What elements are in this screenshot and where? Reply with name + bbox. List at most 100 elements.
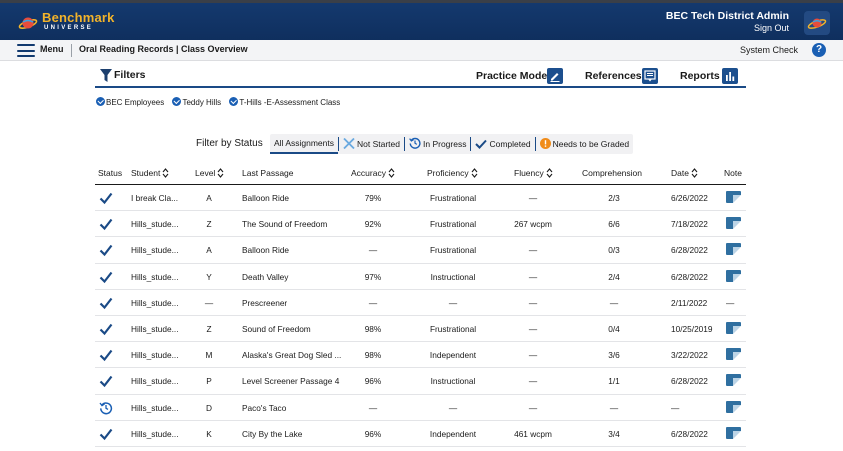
cell-comprehension: 0/4: [608, 323, 620, 334]
cell-date: 6/28/2022: [671, 245, 708, 256]
checkmark-icon: [99, 376, 113, 388]
note-icon[interactable]: [726, 321, 741, 334]
cell-accuracy: 96%: [364, 428, 382, 439]
note-icon[interactable]: [726, 269, 741, 282]
benchmark-logo[interactable]: Benchmark UNIVERSE: [14, 7, 124, 35]
table-row[interactable]: Hills_stude... — Prescreener — — — — 2/11/2022 —: [95, 290, 746, 316]
cell-student[interactable]: Hills_stude...: [131, 403, 179, 413]
practice-mode-label: Practice Mode: [476, 70, 548, 82]
note-icon[interactable]: [726, 374, 741, 387]
check-circle-icon: [96, 97, 105, 106]
cell-student[interactable]: Hills_stude...: [131, 324, 179, 334]
cell-proficiency: Instructional: [430, 271, 476, 282]
note-icon[interactable]: [726, 348, 741, 361]
cell-passage: Paco's Taco: [242, 402, 287, 413]
cell-fluency: —: [528, 245, 538, 256]
cell-accuracy: —: [368, 245, 378, 256]
note-icon[interactable]: [726, 400, 741, 413]
cell-student[interactable]: Hills_stude...: [131, 350, 179, 360]
hamburger-menu-icon[interactable]: [17, 44, 35, 57]
status-option-completed[interactable]: Completed: [471, 134, 534, 154]
cell-comprehension: —: [609, 297, 619, 308]
cell-proficiency: —: [448, 297, 458, 308]
cell-comprehension: 1/1: [608, 376, 620, 387]
status-option-not-started[interactable]: Not Started: [339, 134, 404, 154]
menu-button[interactable]: Menu: [40, 44, 64, 54]
logo-wordmark: Benchmark: [42, 10, 115, 25]
cell-fluency: —: [528, 376, 538, 387]
table-row[interactable]: I break Cla... A Balloon Ride 79% Frustratio…: [95, 185, 746, 212]
cell-student[interactable]: Hills_stude...: [131, 429, 179, 439]
table-row[interactable]: Hills_stude... D Paco's Taco — — — — —: [95, 395, 746, 421]
filter-chip[interactable]: T-Hills -E-Assessment Class: [229, 97, 340, 107]
checkmark-icon: [99, 428, 113, 440]
cell-proficiency: Frustrational: [429, 245, 477, 256]
cell-fluency: —: [528, 323, 538, 334]
col-accuracy[interactable]: Accuracy: [351, 168, 395, 178]
col-date[interactable]: Date: [671, 168, 698, 178]
table-row[interactable]: Hills_stude... Y Death Valley 97% Instructio…: [95, 264, 746, 290]
practice-mode-button[interactable]: Practice Mode: [476, 68, 564, 84]
check-circle-icon: [229, 97, 239, 106]
table-row[interactable]: Hills_stude... M Alaska's Great Dog Sled .…: [95, 342, 746, 369]
col-fluency[interactable]: Fluency: [514, 168, 553, 178]
filter-funnel-icon[interactable]: [100, 69, 112, 83]
cell-fluency: —: [528, 402, 538, 413]
cell-comprehension: 0/3: [608, 245, 620, 256]
col-note: Note: [724, 168, 742, 178]
cell-accuracy: 79%: [364, 193, 382, 203]
reports-button[interactable]: Reports: [680, 68, 742, 84]
filter-chip[interactable]: BEC Employees: [96, 97, 164, 107]
table-row[interactable]: Hills_stude... K City By the Lake 96% Indepe…: [95, 421, 746, 447]
cell-student[interactable]: I break Cla...: [131, 193, 178, 203]
status-option-in-progress[interactable]: In Progress: [405, 134, 470, 154]
note-icon[interactable]: [726, 191, 741, 203]
clock-refresh-icon: [409, 137, 421, 149]
cell-proficiency: Frustrational: [429, 193, 477, 203]
cell-student[interactable]: Hills_stude...: [131, 219, 179, 229]
help-icon[interactable]: ?: [812, 43, 826, 57]
system-check-link[interactable]: System Check: [740, 45, 798, 55]
cell-level: M: [205, 350, 213, 361]
cell-student[interactable]: Hills_stude...: [131, 298, 179, 308]
toolbar: Filters Practice Mode References Reports: [95, 64, 746, 88]
note-icon[interactable]: [726, 243, 741, 256]
cell-accuracy: 97%: [364, 271, 382, 282]
clock-refresh-icon: [99, 401, 113, 414]
references-button[interactable]: References: [585, 68, 659, 84]
sub-navigation-bar: Menu Oral Reading Records | Class Overvi…: [0, 40, 843, 61]
cell-comprehension: 3/4: [608, 428, 620, 439]
cell-date: 2/11/2022: [671, 297, 708, 308]
pencil-icon: [547, 68, 563, 84]
filter-chip[interactable]: Teddy Hills: [172, 97, 221, 107]
sign-out-link[interactable]: Sign Out: [754, 23, 789, 33]
note-icon[interactable]: [726, 217, 741, 230]
status-option-needs-grading[interactable]: Needs to be Graded: [536, 134, 634, 154]
table-row[interactable]: Hills_stude... Z The Sound of Freedom 92% Fr…: [95, 211, 746, 238]
status-option-all[interactable]: All Assignments: [270, 134, 338, 154]
table-row[interactable]: Hills_stude... P Level Screener Passage 4 9…: [95, 368, 746, 395]
cell-student[interactable]: Hills_stude...: [131, 245, 179, 255]
cell-passage: City By the Lake: [242, 428, 303, 439]
cell-student[interactable]: Hills_stude...: [131, 272, 179, 282]
col-level[interactable]: Level: [195, 168, 224, 178]
x-icon: [343, 138, 355, 149]
cell-proficiency: Independent: [429, 350, 477, 361]
table-row[interactable]: Hills_stude... A Balloon Ride — Frustrationa…: [95, 237, 746, 264]
col-status: Status: [98, 168, 123, 178]
table-row[interactable]: Hills_stude... Z Sound of Freedom 98% Frustr…: [95, 316, 746, 343]
checkmark-icon: [99, 297, 113, 309]
sort-icon: [388, 168, 395, 178]
filters-button[interactable]: Filters: [114, 69, 146, 81]
cell-fluency: 461 wcpm: [514, 428, 552, 439]
cell-level: —: [204, 297, 214, 308]
avatar[interactable]: [804, 11, 830, 35]
cell-comprehension: 3/6: [608, 350, 620, 361]
cell-passage: Alaska's Great Dog Sled ...: [242, 350, 342, 361]
col-proficiency[interactable]: Proficiency: [427, 168, 478, 178]
breadcrumb: Oral Reading Records | Class Overview: [79, 44, 248, 54]
col-student[interactable]: Student: [131, 168, 169, 178]
cell-student[interactable]: Hills_stude...: [131, 376, 179, 386]
cell-date: —: [671, 402, 680, 413]
note-icon[interactable]: [726, 426, 741, 439]
